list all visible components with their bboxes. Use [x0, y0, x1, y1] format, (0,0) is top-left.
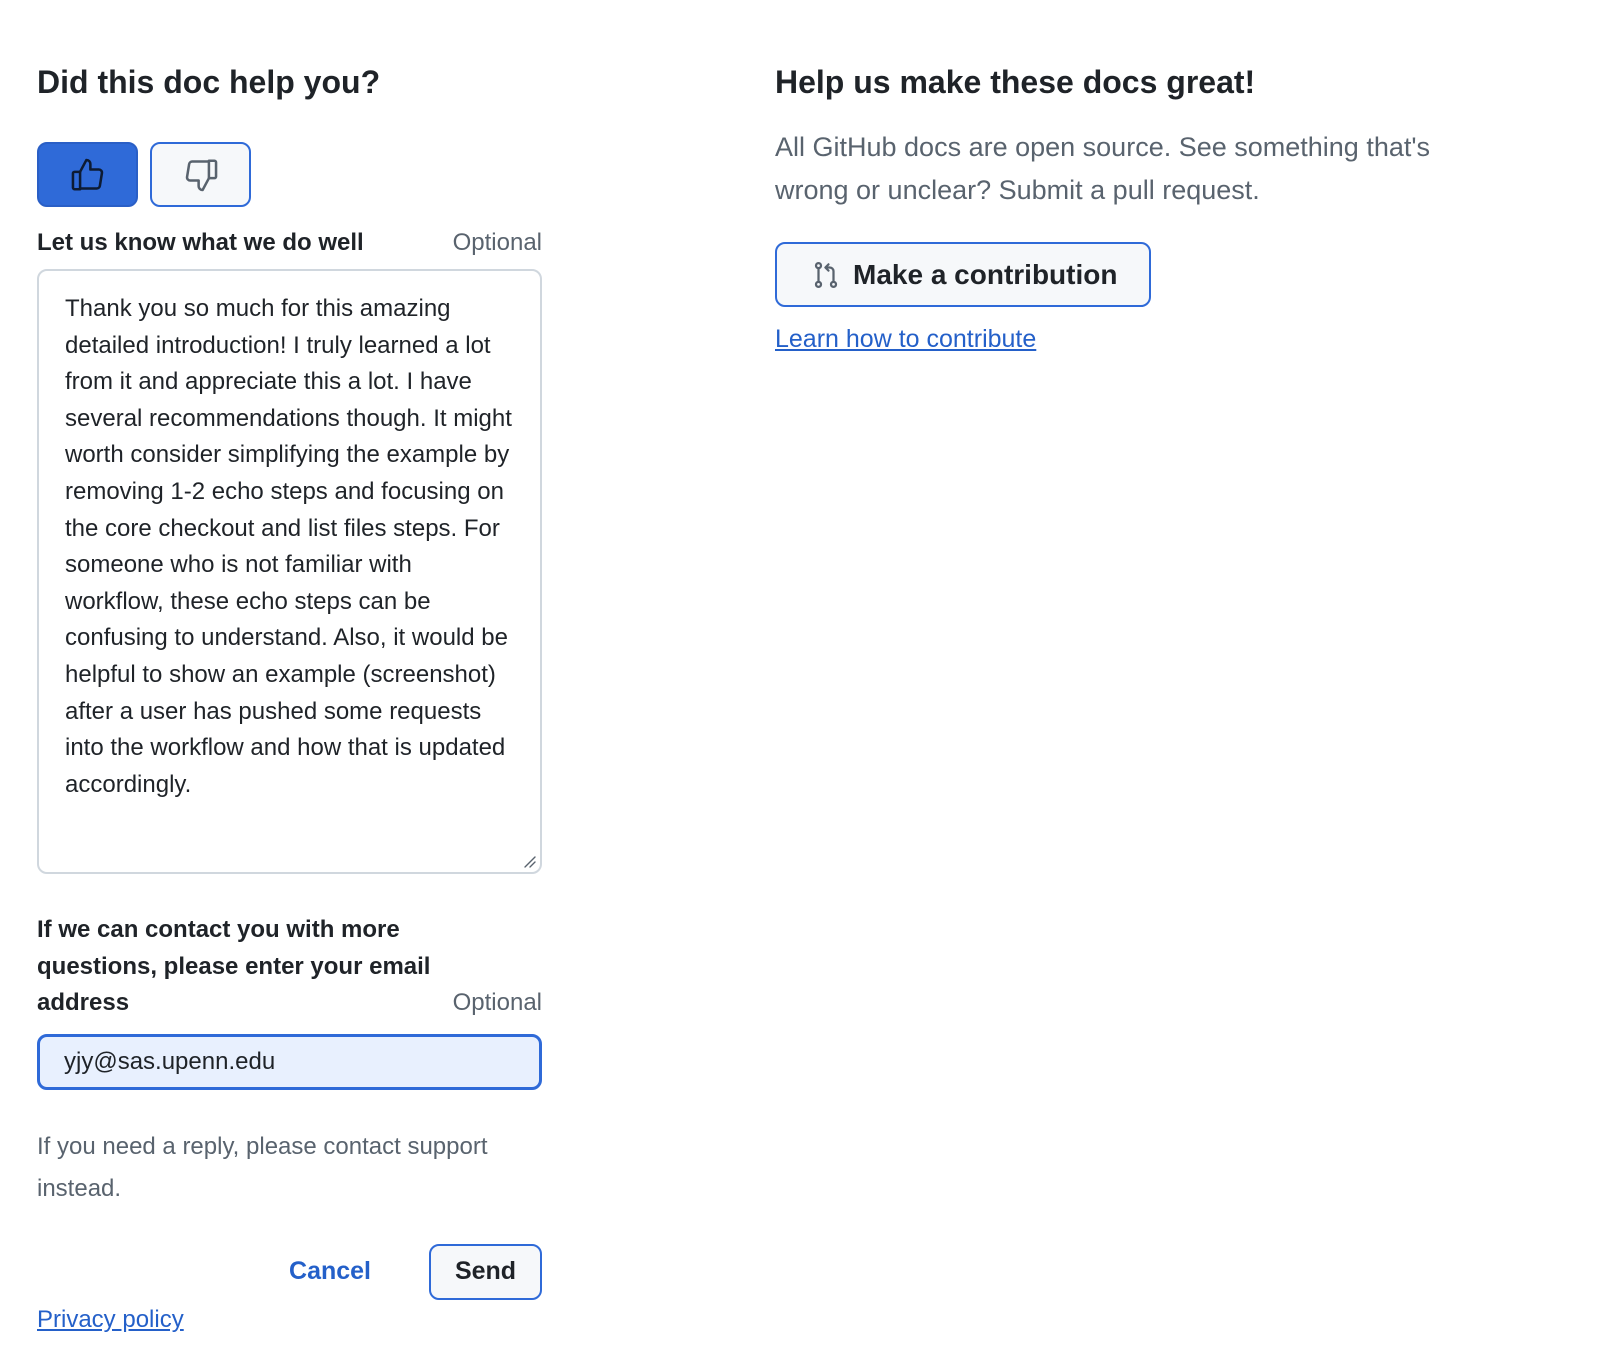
vote-buttons [37, 142, 542, 207]
docs-feedback-page: Did this doc help you? Let us know what … [0, 0, 1610, 1352]
contribute-description: All GitHub docs are open source. See som… [775, 132, 1431, 205]
make-contribution-button[interactable]: Make a contribution [775, 242, 1151, 307]
email-label-row: If we can contact you with more question… [37, 912, 542, 1022]
contribute-title: Help us make these docs great! [775, 64, 1256, 100]
email-input[interactable] [37, 1033, 542, 1090]
privacy-policy-link[interactable]: Privacy policy [37, 1306, 184, 1334]
thumbs-up-button[interactable] [37, 142, 138, 207]
feedback-form: Did this doc help you? Let us know what … [37, 60, 542, 1334]
email-label-block: If we can contact you with more question… [37, 912, 542, 1022]
form-actions: Cancel Send [37, 1243, 542, 1300]
thumbs-down-button[interactable] [150, 142, 251, 207]
thumbs-up-icon [71, 158, 103, 191]
comment-text: Thank you so much for this amazing detai… [65, 295, 512, 798]
thumbs-down-icon [185, 158, 217, 191]
resize-grip-icon[interactable] [522, 854, 536, 868]
git-pull-request-icon [814, 261, 838, 288]
comment-textarea[interactable]: Thank you so much for this amazing detai… [37, 269, 542, 874]
comment-optional-tag: Optional [452, 229, 542, 256]
email-optional-tag: Optional [452, 989, 542, 1017]
reply-note: If you need a reply, please contact supp… [37, 1132, 488, 1202]
comment-label: Let us know what we do well [37, 229, 364, 256]
comment-label-row: Let us know what we do well Optional [37, 225, 542, 261]
email-label: If we can contact you with more question… [37, 916, 431, 1017]
make-contribution-label: Make a contribution [853, 258, 1118, 290]
cancel-button[interactable]: Cancel [289, 1257, 371, 1286]
learn-how-to-contribute-link[interactable]: Learn how to contribute [775, 325, 1036, 354]
contribute-section: Help us make these docs great! All GitHu… [775, 60, 1495, 354]
feedback-title: Did this doc help you? [37, 64, 381, 100]
send-button[interactable]: Send [429, 1243, 542, 1300]
